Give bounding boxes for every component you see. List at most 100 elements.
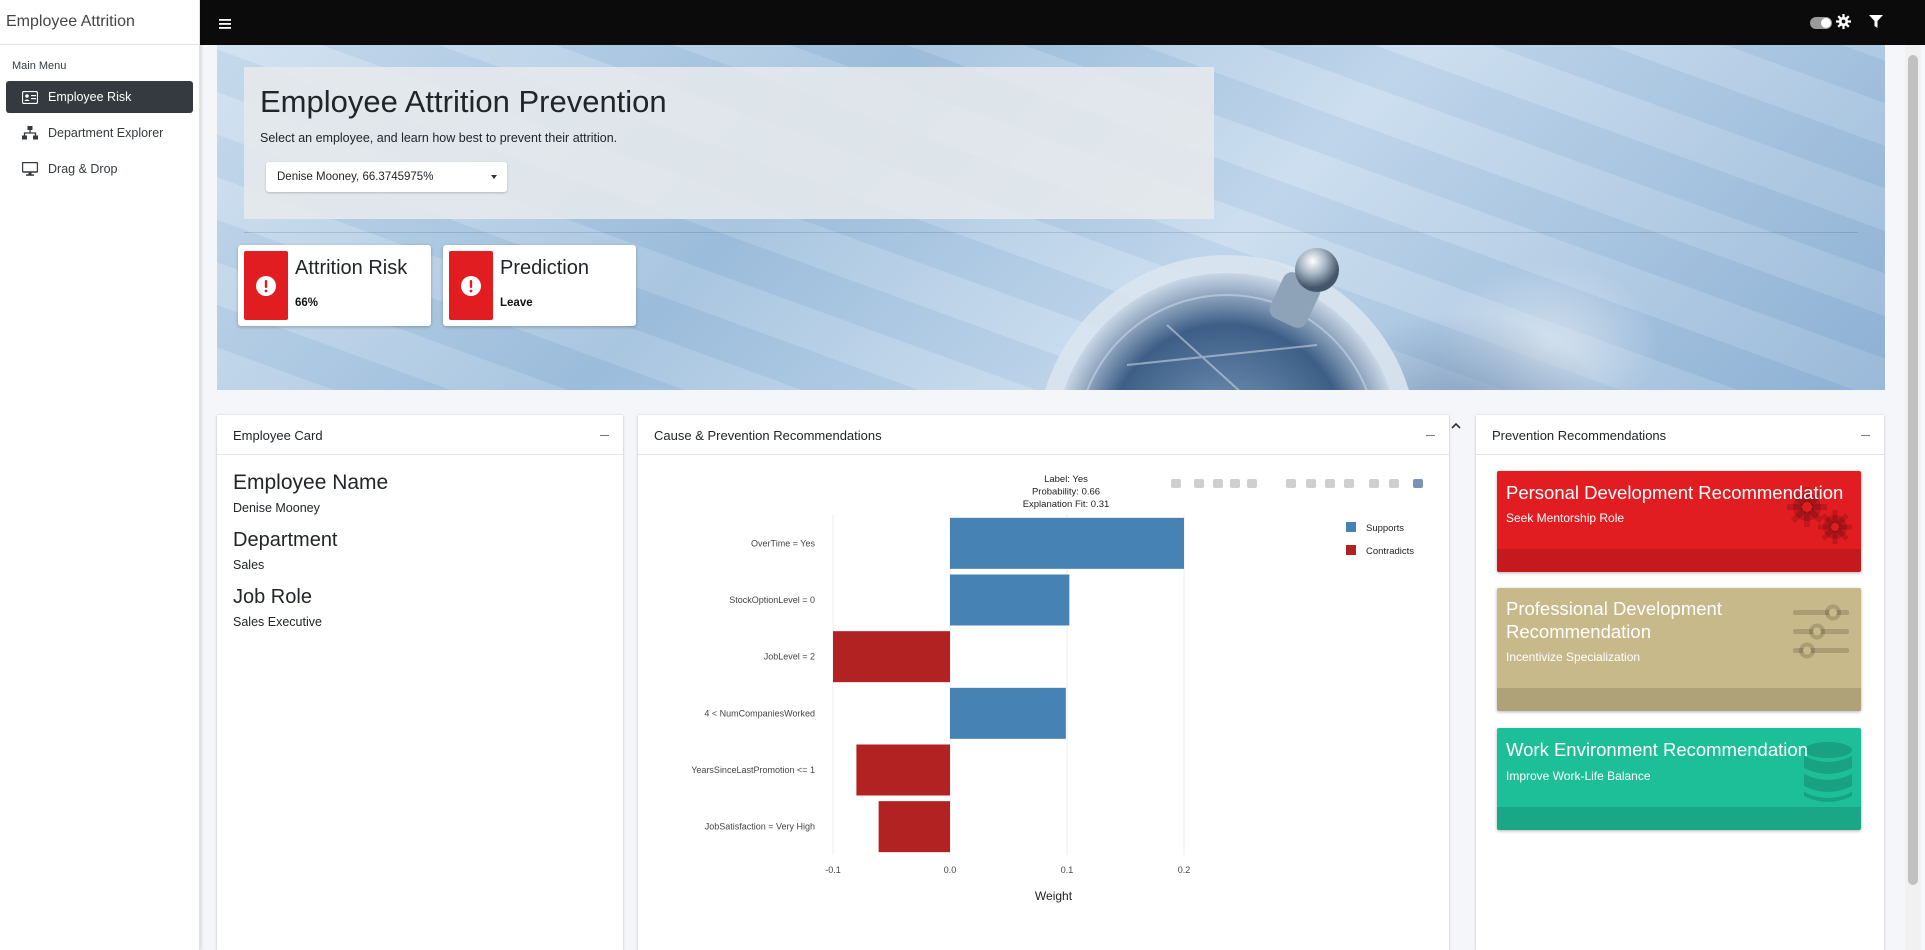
chevron-up-icon[interactable]	[1450, 418, 1462, 429]
card-title: Cause & Prevention Recommendations	[654, 428, 882, 443]
hamburger-icon[interactable]	[219, 16, 231, 34]
recommendation-text: Seek Mentorship Role	[1506, 511, 1625, 525]
legend-label: Supports	[1366, 523, 1404, 534]
card-header: Cause & Prevention Recommendations	[638, 415, 1449, 455]
minus-icon[interactable]	[1426, 435, 1435, 436]
x-tick-label: 0.1	[1061, 865, 1074, 875]
modebar-icon	[1213, 479, 1223, 488]
recommendation-footer	[1497, 688, 1861, 711]
modebar-icon	[1344, 479, 1354, 488]
chart-annotation: Explanation Fit: 0.31	[1023, 499, 1110, 510]
y-tick-label: YearsSinceLastPromotion <= 1	[691, 765, 815, 775]
minus-icon[interactable]	[600, 435, 609, 436]
page-subtitle: Select an employee, and learn how best t…	[260, 131, 618, 145]
modebar-icon	[1389, 479, 1399, 488]
sidebar-item-label: Employee Risk	[48, 90, 132, 104]
modebar-icon	[1171, 479, 1181, 488]
chevron-down-icon	[491, 175, 497, 179]
card-header: Employee Card	[217, 415, 623, 455]
page-scrollbar[interactable]	[1905, 45, 1921, 950]
recommendations-chart-card: Cause & Prevention Recommendations -0.1 0…	[638, 415, 1449, 950]
y-tick-label: StockOptionLevel = 0	[729, 595, 815, 605]
modebar-icon	[1247, 479, 1257, 488]
database-icon	[1804, 742, 1852, 802]
employee-card: Employee Card Employee Name Denise Moone…	[217, 415, 623, 950]
modebar-icon	[1325, 479, 1335, 488]
lime-explanation-chart: -0.1 0.0 0.1 0.2 OverTime = Yes StockOptionLe…	[691, 474, 1423, 903]
sidebar-item-label: Drag & Drop	[48, 162, 118, 176]
professional-development-recommendation[interactable]: Professional Development Recommendation …	[1497, 588, 1861, 711]
department-label: Department	[233, 529, 338, 551]
page-title: Employee Attrition Prevention	[260, 84, 667, 119]
employee-select-value: Denise Mooney, 66.3745975%	[277, 171, 434, 183]
chart-bar	[856, 744, 950, 796]
pocket-watch-image	[1045, 248, 1409, 390]
brand-title[interactable]: Employee Attrition	[0, 0, 199, 45]
hero-banner: Employee Attrition Prevention Select an …	[217, 45, 1885, 390]
infobox-title: Prediction	[500, 257, 589, 279]
sidebar: Employee Attrition Main Menu Employee Ri…	[0, 0, 200, 950]
job-role-value: Sales Executive	[233, 615, 322, 629]
attrition-risk-box: Attrition Risk 66%	[238, 245, 431, 326]
x-axis-label: Weight	[1035, 889, 1073, 903]
sidebar-item-drag-drop[interactable]: Drag & Drop	[6, 153, 193, 185]
exclamation-circle-icon	[244, 251, 288, 320]
recommendation-footer	[1497, 549, 1861, 572]
modebar-icon	[1306, 479, 1316, 488]
filter-icon[interactable]	[1869, 15, 1883, 33]
prevention-recommendations-card: Prevention Recommendations Personal Deve…	[1476, 415, 1884, 950]
recommendation-title: Professional Development Recommendation	[1506, 598, 1722, 642]
chart-annotation: Label: Yes	[1044, 474, 1088, 485]
chart-bar	[878, 801, 950, 853]
work-environment-recommendation[interactable]: Work Environment Recommendation Improve …	[1497, 728, 1861, 830]
infobox-value: Leave	[500, 297, 533, 309]
modebar-icon	[1413, 479, 1423, 488]
personal-development-recommendation[interactable]: Personal Development Recommendation Seek…	[1497, 471, 1861, 572]
sitemap-icon	[22, 126, 38, 140]
recommendation-text: Incentivize Specialization	[1506, 650, 1641, 664]
department-value: Sales	[233, 558, 265, 572]
hero-panel: Employee Attrition Prevention Select an …	[244, 67, 1214, 219]
sidebar-header: Main Menu	[12, 60, 67, 72]
scrollbar-thumb[interactable]	[1908, 55, 1918, 885]
id-card-icon	[22, 90, 38, 104]
recommendation-title: Personal Development Recommendation	[1506, 482, 1844, 503]
modebar-icon	[1230, 479, 1240, 488]
chart-bar	[950, 574, 1070, 626]
y-tick-label: JobSatisfaction = Very High	[705, 822, 815, 832]
recommendation-title: Work Environment Recommendation	[1506, 739, 1808, 760]
employee-details: Employee Name Denise Mooney Department S…	[217, 455, 623, 659]
employee-name-label: Employee Name	[233, 471, 389, 494]
chart-bar	[833, 631, 950, 683]
modebar-icon	[1286, 479, 1296, 488]
job-role-label: Job Role	[233, 586, 312, 608]
modebar-icon	[1194, 479, 1204, 488]
x-tick-label: -0.1	[825, 865, 841, 875]
toggle-icon[interactable]	[1810, 16, 1832, 34]
gear-icon[interactable]	[1836, 14, 1851, 34]
infobox-title: Attrition Risk	[295, 257, 408, 279]
employee-name-value: Denise Mooney	[233, 501, 320, 515]
desktop-icon	[22, 162, 38, 176]
x-tick-label: 0.2	[1178, 865, 1191, 875]
y-tick-label: 4 < NumCompaniesWorked	[704, 708, 815, 718]
sidebar-item-employee-risk[interactable]: Employee Risk	[6, 81, 193, 113]
recommendation-text: Improve Work-Life Balance	[1506, 769, 1651, 783]
exclamation-circle-icon	[449, 251, 493, 320]
y-tick-label: OverTime = Yes	[751, 538, 815, 548]
chart-bar	[950, 687, 1066, 739]
card-header: Prevention Recommendations	[1476, 415, 1884, 455]
minus-icon[interactable]	[1861, 435, 1870, 436]
sidebar-item-department-explorer[interactable]: Department Explorer	[6, 117, 193, 149]
divider	[244, 232, 1858, 233]
x-tick-label: 0.0	[944, 865, 957, 875]
card-title: Prevention Recommendations	[1492, 428, 1667, 443]
chart-bar	[950, 517, 1184, 569]
prediction-box: Prediction Leave	[443, 245, 636, 326]
infobox-value: 66%	[295, 297, 319, 309]
top-navbar	[200, 0, 1925, 45]
y-tick-label: JobLevel = 2	[764, 652, 815, 662]
employee-select[interactable]: Denise Mooney, 66.3745975%	[266, 162, 507, 192]
card-title: Employee Card	[233, 428, 323, 443]
sidebar-item-label: Department Explorer	[48, 126, 164, 140]
